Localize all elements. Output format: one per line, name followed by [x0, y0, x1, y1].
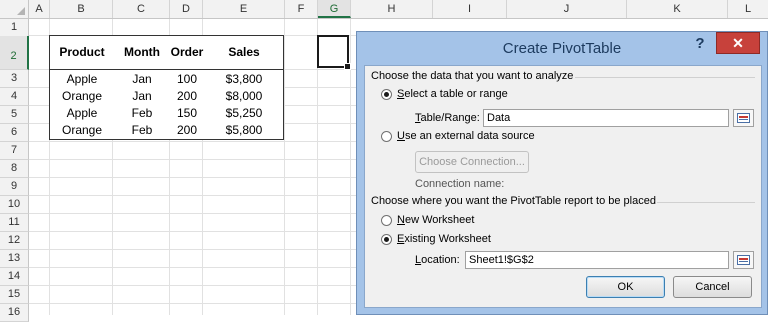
range-picker-icon	[737, 113, 750, 123]
column-header-f[interactable]: F	[285, 0, 318, 18]
range-picker-icon-bar	[739, 116, 748, 118]
external-source-accel: U	[397, 130, 405, 142]
row-header-5[interactable]: 5	[0, 106, 29, 124]
column-header-d[interactable]: D	[170, 0, 203, 18]
gridline	[284, 19, 285, 315]
table-cell[interactable]: 150	[168, 106, 206, 120]
location-label: Location:	[415, 254, 460, 266]
table-cell[interactable]: $5,250	[205, 106, 283, 120]
new-worksheet-text: ew Worksheet	[404, 214, 475, 226]
range-picker-icon-bar	[739, 258, 748, 260]
row-header-6[interactable]: 6	[0, 124, 29, 142]
location-text: ocation:	[421, 254, 460, 266]
section-placement-label: Choose where you want the PivotTable rep…	[371, 195, 656, 207]
column-header-j[interactable]: J	[507, 0, 627, 18]
table-range-label: Table/Range:	[415, 112, 480, 124]
table-cell[interactable]: Orange	[52, 89, 112, 103]
table-header-month[interactable]: Month	[114, 45, 170, 59]
table-cell[interactable]: $8,000	[205, 89, 283, 103]
location-collapse-button[interactable]	[733, 251, 754, 269]
row-header-7[interactable]: 7	[0, 142, 29, 160]
table-range-collapse-button[interactable]	[733, 109, 754, 127]
section-analyze-label: Choose the data that you want to analyze	[371, 70, 574, 82]
dialog-body: Choose the data that you want to analyze…	[364, 65, 762, 308]
column-header-e[interactable]: E	[203, 0, 285, 18]
data-table: Product Month Order Sales Apple Jan 100 …	[49, 35, 284, 140]
new-worksheet-label[interactable]: New Worksheet	[397, 214, 474, 226]
table-header-sales[interactable]: Sales	[205, 45, 283, 59]
active-cell-g2[interactable]	[317, 35, 351, 70]
table-cell[interactable]: Feb	[114, 123, 170, 137]
table-cell[interactable]: $5,800	[205, 123, 283, 137]
existing-worksheet-label[interactable]: Existing Worksheet	[397, 233, 491, 245]
section-divider	[657, 202, 755, 203]
existing-worksheet-radio[interactable]	[381, 234, 392, 245]
row-header-14[interactable]: 14	[0, 268, 29, 286]
connection-name-label: Connection name:	[415, 178, 505, 190]
row-header-12[interactable]: 12	[0, 232, 29, 250]
select-range-radio[interactable]	[381, 89, 392, 100]
range-picker-icon-line	[739, 261, 748, 262]
existing-worksheet-text: xisting Worksheet	[404, 233, 491, 245]
select-range-text: elect a table or range	[404, 88, 508, 100]
help-button[interactable]: ?	[693, 34, 707, 54]
row-header-10[interactable]: 10	[0, 196, 29, 214]
row-header-3[interactable]: 3	[0, 70, 29, 88]
column-header-l[interactable]: L	[728, 0, 768, 18]
select-all-corner[interactable]	[0, 0, 29, 18]
row-header-1[interactable]: 1	[0, 19, 29, 37]
select-all-triangle-icon	[17, 7, 25, 15]
create-pivottable-dialog: Create PivotTable ? ✕ Choose the data th…	[356, 31, 768, 315]
external-source-text: se an external data source	[404, 130, 535, 142]
range-picker-icon	[737, 255, 750, 265]
table-cell[interactable]: 100	[168, 72, 206, 86]
row-header-13[interactable]: 13	[0, 250, 29, 268]
cancel-button[interactable]: Cancel	[673, 276, 752, 298]
range-picker-icon-line	[739, 119, 748, 120]
table-cell[interactable]: Jan	[114, 72, 170, 86]
new-worksheet-radio[interactable]	[381, 215, 392, 226]
section-divider	[575, 77, 755, 78]
table-header-product[interactable]: Product	[52, 45, 112, 59]
close-button[interactable]: ✕	[716, 32, 760, 54]
table-cell[interactable]: 200	[168, 123, 206, 137]
column-header-c[interactable]: C	[113, 0, 170, 18]
table-cell[interactable]: Orange	[52, 123, 112, 137]
column-header-i[interactable]: I	[433, 0, 507, 18]
location-input[interactable]: Sheet1!$G$2	[465, 251, 729, 269]
table-cell[interactable]: $3,800	[205, 72, 283, 86]
table-cell[interactable]: Apple	[52, 106, 112, 120]
row-header-11[interactable]: 11	[0, 214, 29, 232]
row-header-15[interactable]: 15	[0, 286, 29, 304]
select-range-label[interactable]: Select a table or range	[397, 88, 508, 100]
column-header-b[interactable]: B	[50, 0, 113, 18]
column-header-k[interactable]: K	[627, 0, 728, 18]
table-cell[interactable]: Jan	[114, 89, 170, 103]
row-header-8[interactable]: 8	[0, 160, 29, 178]
table-range-input[interactable]: Data	[483, 109, 729, 127]
row-header-4[interactable]: 4	[0, 88, 29, 106]
new-worksheet-accel: N	[397, 214, 405, 226]
table-cell[interactable]: 200	[168, 89, 206, 103]
row-header-2[interactable]: 2	[0, 36, 29, 70]
column-header-a[interactable]: A	[29, 0, 50, 18]
table-cell[interactable]: Feb	[114, 106, 170, 120]
row-header-9[interactable]: 9	[0, 178, 29, 196]
choose-connection-button[interactable]: Choose Connection...	[415, 151, 529, 173]
row-header-16[interactable]: 16	[0, 304, 29, 322]
table-range-text: able/Range:	[420, 112, 480, 124]
fill-handle[interactable]	[344, 63, 351, 70]
ok-button[interactable]: OK	[586, 276, 665, 298]
column-header-g[interactable]: G	[318, 0, 351, 18]
table-cell[interactable]: Apple	[52, 72, 112, 86]
table-header-divider	[50, 69, 283, 70]
external-source-label[interactable]: Use an external data source	[397, 130, 535, 142]
table-header-order[interactable]: Order	[168, 45, 206, 59]
external-source-radio[interactable]	[381, 131, 392, 142]
column-header-h[interactable]: H	[351, 0, 433, 18]
